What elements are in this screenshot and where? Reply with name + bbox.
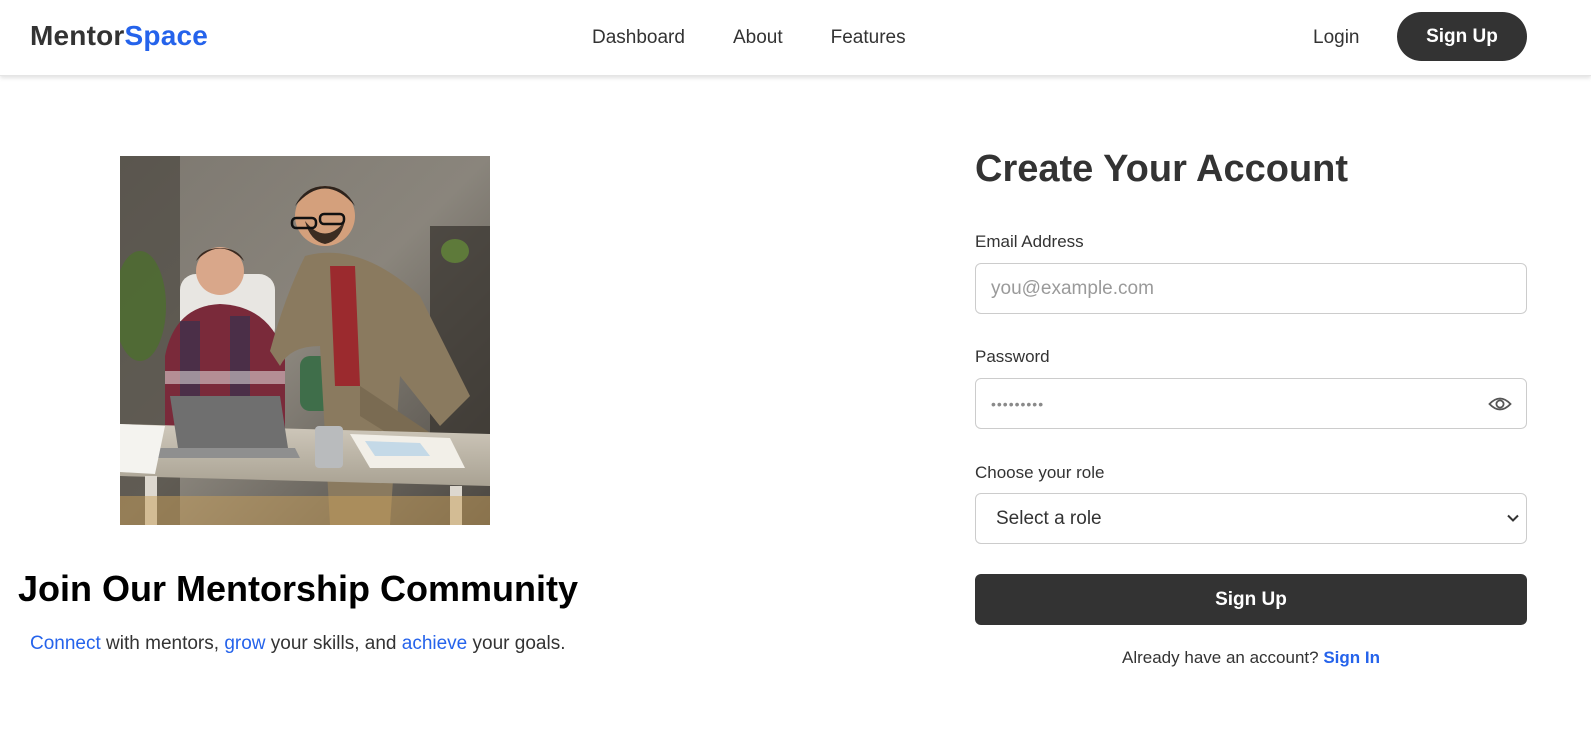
password-value: •••••••••: [991, 396, 1045, 412]
signin-prompt: Already have an account? Sign In: [975, 647, 1527, 669]
nav-link-dashboard[interactable]: Dashboard: [592, 26, 685, 50]
signin-link[interactable]: Sign In: [1323, 648, 1380, 667]
role-label: Choose your role: [975, 463, 1105, 482]
email-field-wrapper: [975, 263, 1527, 314]
password-field[interactable]: •••••••••: [975, 378, 1527, 429]
hero-image: [120, 156, 490, 525]
logo-text-space: Space: [124, 20, 209, 51]
email-field[interactable]: [976, 264, 1526, 313]
signup-nav-button[interactable]: Sign Up: [1397, 12, 1527, 61]
subtitle-text-3: your goals.: [467, 633, 566, 654]
signup-submit-button[interactable]: Sign Up: [975, 574, 1527, 625]
highlight-connect: Connect: [30, 633, 101, 654]
hero-subtitle: Connect with mentors, grow your skills, …: [30, 632, 565, 656]
already-text: Already have an account?: [1122, 648, 1319, 667]
subtitle-text-1: with mentors,: [100, 633, 225, 654]
form-title: Create Your Account: [975, 148, 1349, 190]
role-selected-value: Select a role: [996, 507, 1102, 529]
subtitle-text-2: your skills, and: [265, 633, 402, 654]
hero-title: Join Our Mentorship Community: [18, 568, 579, 609]
chevron-down-icon: [1506, 511, 1520, 525]
eye-icon[interactable]: [1488, 393, 1512, 415]
logo-text-mentor: Mentor: [30, 20, 125, 51]
highlight-grow: grow: [224, 633, 266, 654]
main-nav: Dashboard About Features: [592, 26, 954, 50]
highlight-achieve: achieve: [401, 633, 468, 654]
brand-logo[interactable]: MentorSpace: [30, 20, 208, 52]
nav-link-features[interactable]: Features: [831, 26, 906, 50]
top-navbar: MentorSpace Dashboard About Features Log…: [0, 0, 1591, 76]
role-select[interactable]: Select a role: [975, 493, 1527, 544]
email-label: Email Address: [975, 232, 1084, 251]
nav-link-about[interactable]: About: [733, 26, 783, 50]
password-label: Password: [975, 347, 1050, 366]
login-link[interactable]: Login: [1313, 26, 1360, 50]
